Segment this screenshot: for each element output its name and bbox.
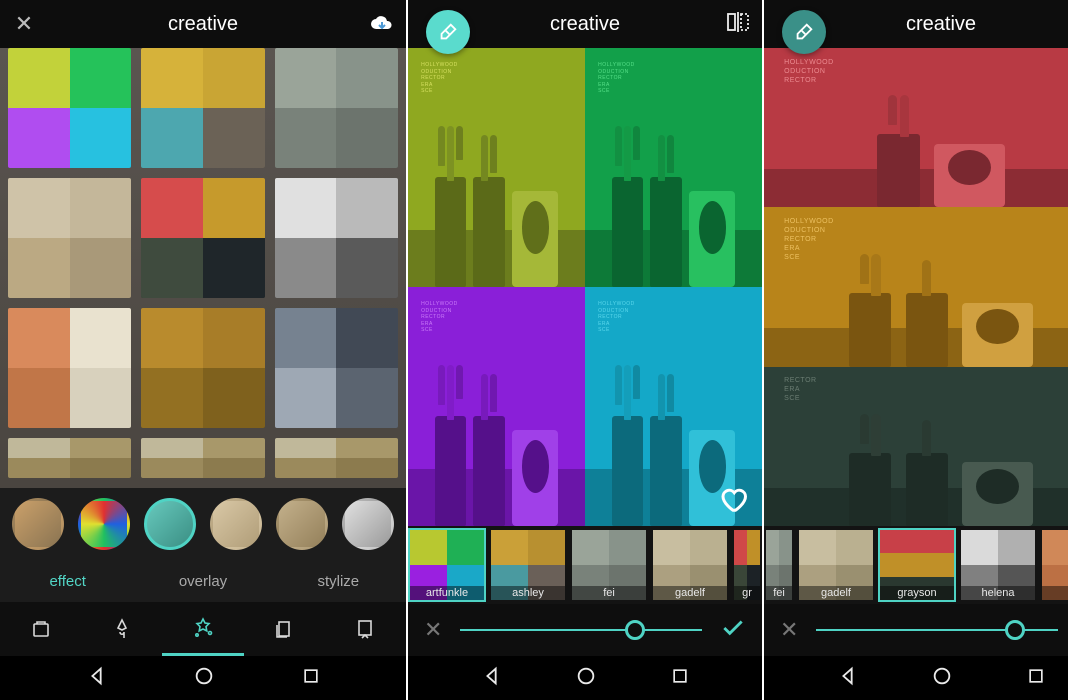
nav-recent[interactable]: [301, 666, 321, 691]
pane-preview-tri: creative HOLLYWOODODUCTIONRECTOR HOLLYWO…: [762, 0, 1068, 700]
strip-helena[interactable]: helena: [959, 528, 1037, 602]
bottom-toolbar: [0, 602, 406, 656]
variant-5[interactable]: [276, 498, 328, 550]
mode-tabs: effect overlay stylize: [0, 560, 406, 602]
cloud-download-icon: [369, 14, 395, 34]
cloud-sync-button[interactable]: [358, 14, 406, 34]
tool-effects[interactable]: [162, 602, 243, 656]
header: ✕ creative: [0, 0, 406, 48]
filter-ashley[interactable]: ashley: [141, 48, 264, 168]
compare-icon: [726, 11, 750, 38]
compare-button[interactable]: [714, 11, 762, 38]
android-navbar: [764, 656, 1068, 700]
filter-grid[interactable]: artfunkle ashley fei gadelf grayson hele…: [0, 48, 406, 488]
filter-artfunkle[interactable]: artfunkle: [8, 48, 131, 168]
android-navbar: [408, 656, 762, 700]
strip-ashley[interactable]: ashley: [489, 528, 567, 602]
strip-grayson[interactable]: grayson: [878, 528, 956, 602]
nav-home[interactable]: [575, 665, 597, 692]
intensity-slider[interactable]: [816, 629, 1058, 631]
nav-home[interactable]: [193, 665, 215, 692]
nav-recent[interactable]: [1026, 666, 1046, 691]
intensity-slider[interactable]: [460, 629, 702, 631]
intensity-row: ✕: [764, 604, 1068, 656]
eraser-button[interactable]: [782, 10, 826, 54]
preview-canvas[interactable]: HOLLYWOODODUCTIONRECTOR HOLLYWOODODUCTIO…: [764, 48, 1068, 526]
pane-gallery: ✕ creative artfunkle ashley fei gadelf g…: [0, 0, 406, 700]
page-title: creative: [456, 13, 714, 36]
close-icon: ✕: [15, 11, 33, 37]
filter-more[interactable]: [275, 438, 398, 478]
filter-strip[interactable]: fei gadelf grayson helena jinx: [764, 526, 1068, 604]
variant-4[interactable]: [210, 498, 262, 550]
tab-effect[interactable]: effect: [0, 560, 135, 602]
nav-back[interactable]: [837, 665, 859, 692]
filter-helena[interactable]: helena: [275, 178, 398, 298]
strip-more[interactable]: gr: [732, 528, 762, 602]
pane-preview-quad: creative HOLLYWOODODUCTIONRECTORERASCE H…: [406, 0, 762, 700]
favorite-button[interactable]: [718, 484, 748, 514]
strip-gadelf[interactable]: gadelf: [797, 528, 875, 602]
android-navbar: [0, 656, 406, 700]
tool-layers[interactable]: [244, 602, 325, 656]
intensity-row: ✕: [408, 604, 762, 656]
filter-max[interactable]: max: [275, 308, 398, 428]
strip-fei[interactable]: fei: [764, 528, 794, 602]
nav-recent[interactable]: [670, 666, 690, 691]
eraser-button[interactable]: [426, 10, 470, 54]
strip-gadelf[interactable]: gadelf: [651, 528, 729, 602]
tool-brush[interactable]: [81, 602, 162, 656]
page-title: creative: [48, 13, 358, 36]
filter-more[interactable]: [8, 438, 131, 478]
filter-gadelf[interactable]: gadelf: [8, 178, 131, 298]
close-button[interactable]: ✕: [0, 11, 48, 37]
filter-kim[interactable]: kim: [141, 308, 264, 428]
nav-home[interactable]: [931, 665, 953, 692]
variant-carousel[interactable]: [0, 488, 406, 560]
strip-artfunkle[interactable]: artfunkle: [408, 528, 486, 602]
tool-transform[interactable]: [325, 602, 406, 656]
variant-6[interactable]: [342, 498, 394, 550]
filter-fei[interactable]: fei: [275, 48, 398, 168]
cancel-button[interactable]: ✕: [424, 617, 442, 643]
strip-jinx[interactable]: jinx: [1040, 528, 1068, 602]
filter-more[interactable]: [141, 438, 264, 478]
tool-crop[interactable]: [0, 602, 81, 656]
preview-canvas[interactable]: HOLLYWOODODUCTIONRECTORERASCE HOLLYWOODO…: [408, 48, 762, 526]
page-title: creative: [812, 13, 1068, 36]
variant-1[interactable]: [12, 498, 64, 550]
strip-fei[interactable]: fei: [570, 528, 648, 602]
filter-strip[interactable]: artfunkle ashley fei gadelf gr: [408, 526, 762, 604]
tab-stylize[interactable]: stylize: [271, 560, 406, 602]
filter-jinx[interactable]: jinx: [8, 308, 131, 428]
nav-back[interactable]: [481, 665, 503, 692]
tab-overlay[interactable]: overlay: [135, 560, 270, 602]
variant-2[interactable]: [78, 498, 130, 550]
variant-3[interactable]: [144, 498, 196, 550]
cancel-button[interactable]: ✕: [780, 617, 798, 643]
nav-back[interactable]: [86, 665, 108, 692]
filter-grayson[interactable]: grayson: [141, 178, 264, 298]
apply-button[interactable]: [720, 615, 746, 646]
